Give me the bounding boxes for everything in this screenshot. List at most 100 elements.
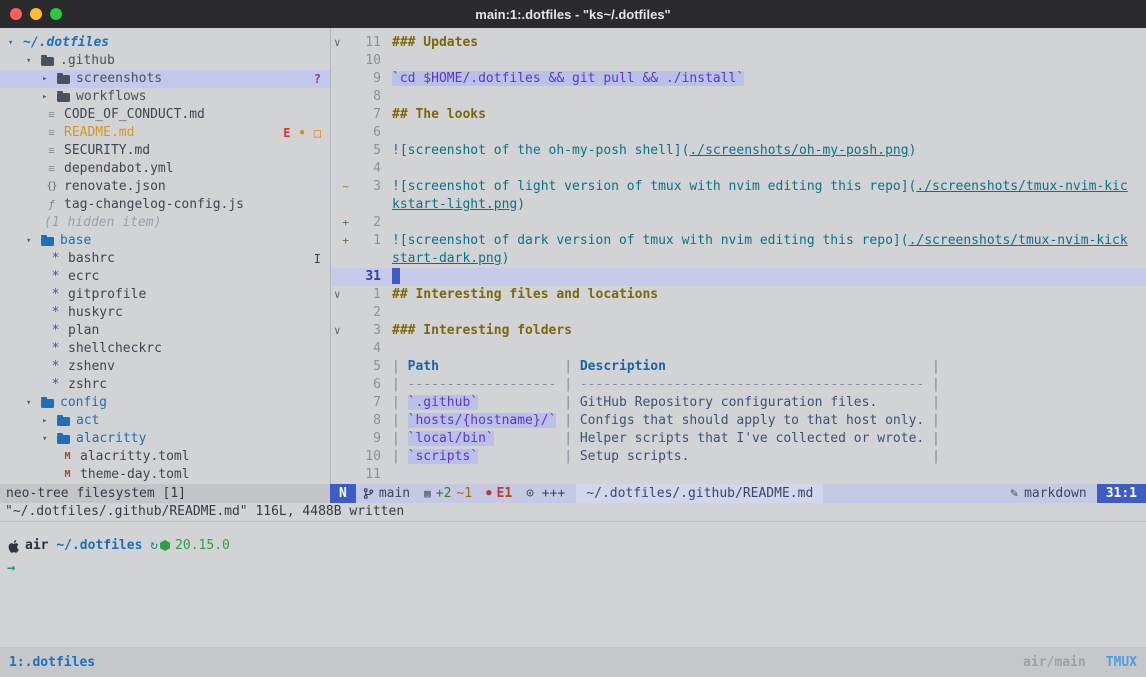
chevron-icon[interactable]: ▸ xyxy=(42,70,57,88)
tree-file[interactable]: ƒtag-changelog-config.js xyxy=(0,196,330,214)
editor-line[interactable]: 5| Path | Description | xyxy=(331,358,1146,376)
chevron-icon[interactable]: ▾ xyxy=(26,394,41,412)
tree-folder[interactable]: ▾~/.dotfiles xyxy=(0,34,330,52)
gutter-marker: ∨ xyxy=(331,34,351,52)
tree-folder[interactable]: ▾config xyxy=(0,394,330,412)
tree-folder[interactable]: ▸act xyxy=(0,412,330,430)
tree-file[interactable]: {}renovate.json xyxy=(0,178,330,196)
tree-file[interactable]: Malacritty.toml xyxy=(0,448,330,466)
tree-folder[interactable]: ▸workflows xyxy=(0,88,330,106)
tree-file[interactable]: *plan xyxy=(0,322,330,340)
editor-line[interactable]: 8 xyxy=(331,88,1146,106)
editor-line[interactable]: 5![screenshot of the oh-my-posh shell](.… xyxy=(331,142,1146,160)
sh-file-icon: * xyxy=(48,358,63,376)
md-file-icon: ≡ xyxy=(44,106,59,124)
gutter-marker xyxy=(331,250,351,268)
editor-line[interactable]: ~3![screenshot of light version of tmux … xyxy=(331,178,1146,196)
gutter-marker xyxy=(331,466,351,484)
tree-file[interactable]: *ecrc xyxy=(0,268,330,286)
editor-line[interactable]: 6 xyxy=(331,124,1146,142)
line-segment: | xyxy=(392,377,408,392)
tree-folder[interactable]: ▾base xyxy=(0,232,330,250)
line-segment: `local/bin` xyxy=(408,431,494,446)
tmux-window-item[interactable]: 1:.dotfiles xyxy=(9,655,95,670)
editor-line[interactable]: 8| `hosts/{hostname}/` | Configs that sh… xyxy=(331,412,1146,430)
tree-file[interactable]: ≡README.mdE•□ xyxy=(0,124,330,142)
node-version: 20.15.0 xyxy=(175,538,230,553)
chevron-icon[interactable]: ▾ xyxy=(8,34,23,52)
editor-line[interactable]: 7## The looks xyxy=(331,106,1146,124)
toml-file-icon: M xyxy=(60,466,75,484)
tree-folder[interactable]: ▾alacritty xyxy=(0,430,330,448)
editor-line[interactable]: 9`cd $HOME/.dotfiles && git pull && ./in… xyxy=(331,70,1146,88)
tree-folder[interactable]: ▸screenshots? xyxy=(0,70,330,88)
diff-added: +2 xyxy=(436,484,452,503)
editor-line[interactable]: +2 xyxy=(331,214,1146,232)
shell-pane[interactable]: air ~/.dotfiles ↻ 20.15.0 → xyxy=(0,521,1146,647)
chevron-icon[interactable]: ▾ xyxy=(42,430,57,448)
window-title: main:1:.dotfiles - "ks~/.dotfiles" xyxy=(475,7,670,22)
tree-file[interactable]: *gitprofile xyxy=(0,286,330,304)
line-segment: Configs that should apply to that host o… xyxy=(580,413,924,428)
editor-line[interactable]: 10| `scripts` | Setup scripts. | xyxy=(331,448,1146,466)
line-segment: | xyxy=(877,395,940,410)
minimize-button[interactable] xyxy=(30,8,42,20)
line-text: | ------------------- | ----------------… xyxy=(392,376,940,394)
tree-folder[interactable]: ▾ .github xyxy=(0,52,330,70)
editor-line[interactable]: 4 xyxy=(331,160,1146,178)
editor-line[interactable]: ∨11### Updates xyxy=(331,34,1146,52)
chevron-icon[interactable]: ▾ xyxy=(26,52,41,70)
editor-line[interactable]: start-dark.png) xyxy=(331,250,1146,268)
line-segment: | xyxy=(439,359,580,374)
neo-tree-panel[interactable]: ▾~/.dotfiles▾.github▸screenshots?▸workfl… xyxy=(0,28,330,484)
editor-line[interactable]: 9| `local/bin` | Helper scripts that I'v… xyxy=(331,430,1146,448)
tree-label: gitprofile xyxy=(68,286,146,304)
tree-file[interactable]: *zshenv xyxy=(0,358,330,376)
line-text: ### Interesting folders xyxy=(392,322,572,340)
branch-name: main xyxy=(379,484,410,503)
tree-file[interactable]: ≡CODE_OF_CONDUCT.md xyxy=(0,106,330,124)
line-number: 10 xyxy=(351,448,381,466)
line-number: 4 xyxy=(351,160,381,178)
editor-line[interactable]: 10 xyxy=(331,52,1146,70)
editor-line[interactable]: 4 xyxy=(331,340,1146,358)
editor-line[interactable]: 6| ------------------- | ---------------… xyxy=(331,376,1146,394)
editor-line[interactable]: 31 xyxy=(331,268,1146,286)
chevron-icon[interactable]: ▸ xyxy=(42,412,57,430)
editor-line[interactable]: ∨3### Interesting folders xyxy=(331,322,1146,340)
tree-file[interactable]: *huskyrc xyxy=(0,304,330,322)
editor-line[interactable]: 11 xyxy=(331,466,1146,484)
editor-line[interactable]: ∨1## Interesting files and locations xyxy=(331,286,1146,304)
tree-file[interactable]: ≡dependabot.yml xyxy=(0,160,330,178)
gutter-marker: ∨ xyxy=(331,286,351,304)
line-segment: | xyxy=(392,431,408,446)
line-number: 9 xyxy=(351,430,381,448)
editor-pane[interactable]: ∨11### Updates109`cd $HOME/.dotfiles && … xyxy=(330,28,1146,484)
tree-file[interactable]: Mtheme-day.toml xyxy=(0,466,330,484)
line-text: ![screenshot of dark version of tmux wit… xyxy=(392,232,1128,250)
gutter-marker xyxy=(331,88,351,106)
tree-file[interactable]: *bashrcI xyxy=(0,250,330,268)
yml-file-icon: ≡ xyxy=(44,160,59,178)
prompt-arrow: → xyxy=(7,560,15,576)
tree-file[interactable]: *shellcheckrc xyxy=(0,340,330,358)
editor-line[interactable]: kstart-light.png) xyxy=(331,196,1146,214)
tree-label: .github xyxy=(60,52,115,70)
chevron-icon[interactable]: ▾ xyxy=(26,232,41,250)
line-text: ## The looks xyxy=(392,106,486,124)
editor-line[interactable]: 2 xyxy=(331,304,1146,322)
line-number: 11 xyxy=(351,466,381,484)
gutter-marker: + xyxy=(331,214,351,232)
zoom-button[interactable] xyxy=(50,8,62,20)
json-file-icon: {} xyxy=(44,178,59,196)
status-flags: ⊙ +++ xyxy=(519,484,572,503)
close-button[interactable] xyxy=(10,8,22,20)
chevron-icon[interactable]: ▸ xyxy=(42,88,57,106)
editor-line[interactable]: +1![screenshot of dark version of tmux w… xyxy=(331,232,1146,250)
tree-file[interactable]: *zshrc xyxy=(0,376,330,394)
tree-file[interactable]: ≡SECURITY.md xyxy=(0,142,330,160)
line-segment: Description xyxy=(580,359,666,374)
editor-line[interactable]: 7| `.github` | GitHub Repository configu… xyxy=(331,394,1146,412)
sh-file-icon: * xyxy=(48,250,63,268)
sh-file-icon: * xyxy=(48,268,63,286)
